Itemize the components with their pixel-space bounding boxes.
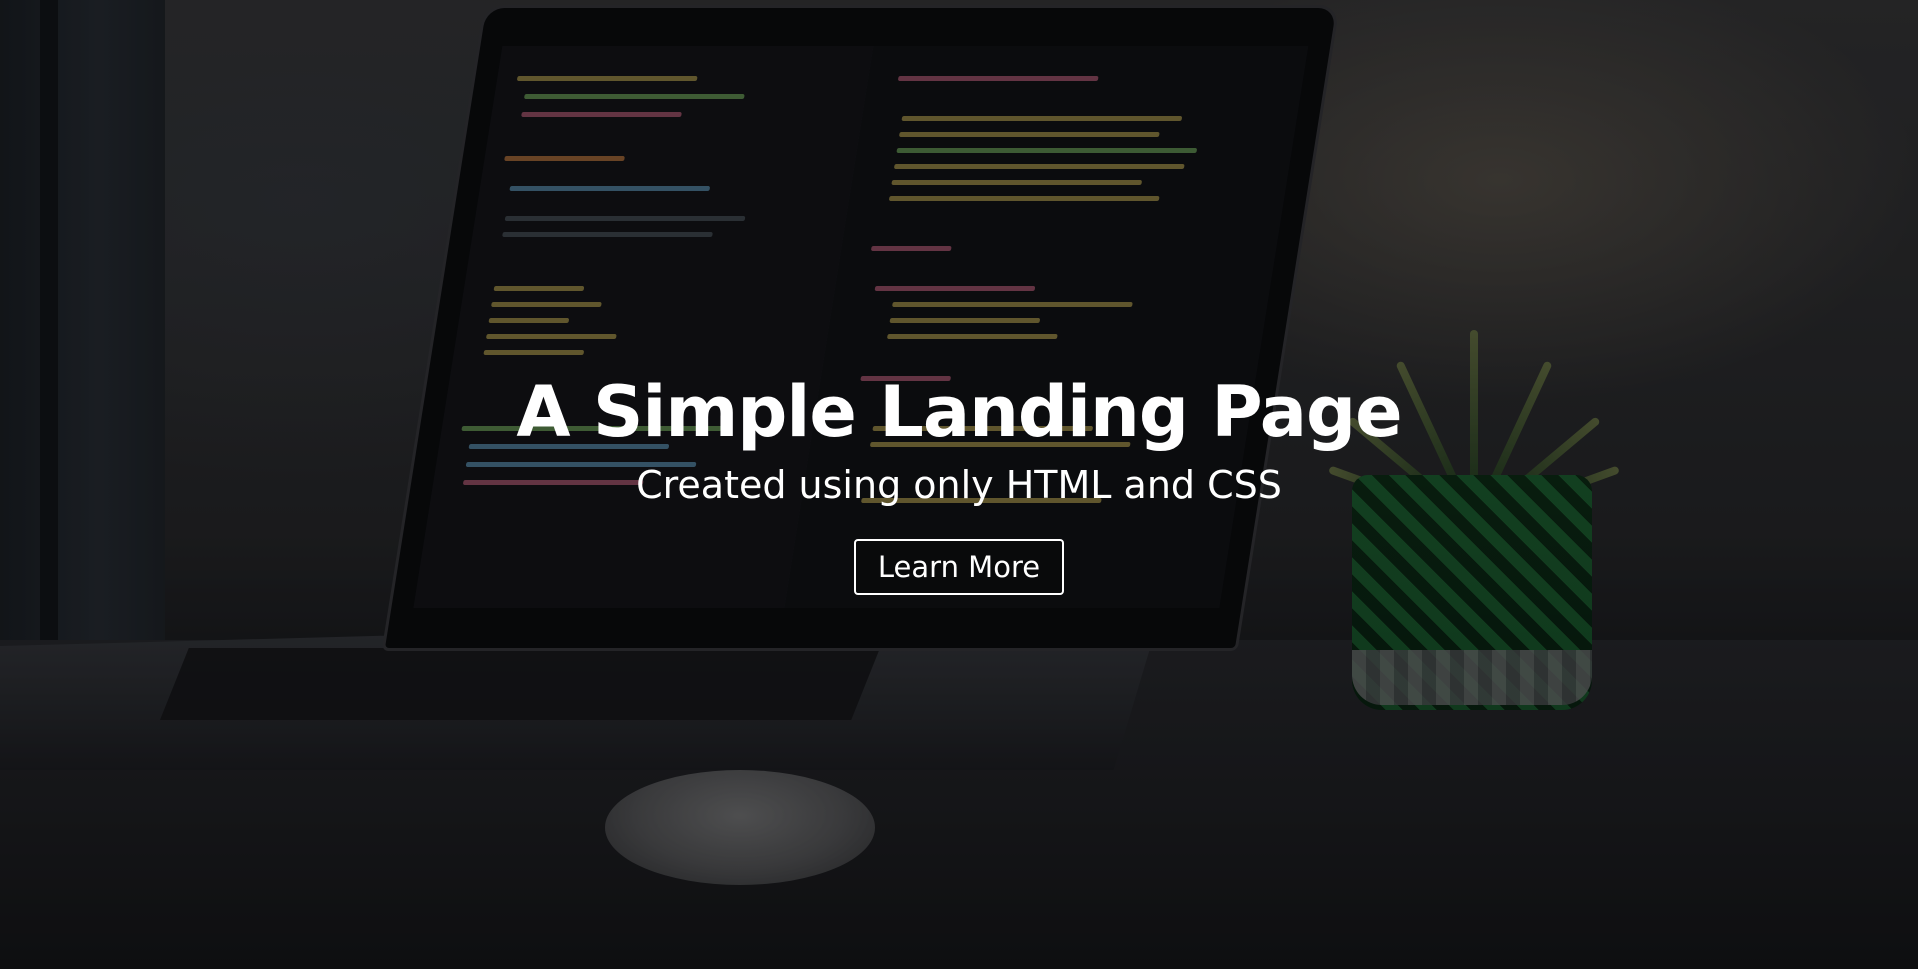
hero-section: A Simple Landing Page Created using only… bbox=[0, 0, 1918, 969]
hero-subtitle: Created using only HTML and CSS bbox=[636, 463, 1282, 508]
learn-more-button[interactable]: Learn More bbox=[853, 538, 1065, 595]
hero-title: A Simple Landing Page bbox=[516, 371, 1402, 454]
hero-content: A Simple Landing Page Created using only… bbox=[0, 0, 1918, 969]
